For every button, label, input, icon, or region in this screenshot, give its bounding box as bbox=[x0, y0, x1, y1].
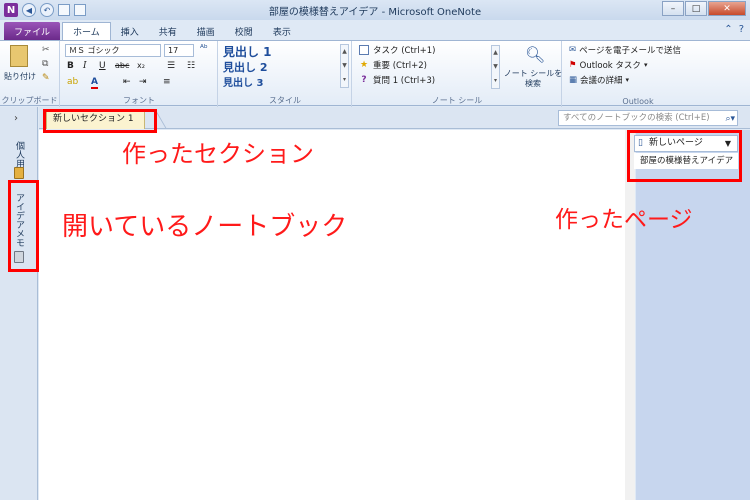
bold-icon[interactable]: B bbox=[67, 61, 74, 71]
full-page-view-icon[interactable] bbox=[74, 4, 86, 16]
ribbon-collapse-icon[interactable]: ⌃ bbox=[724, 24, 732, 35]
tags-group-label: ノート シール bbox=[431, 96, 483, 105]
ribbon-tabs: ファイル ホーム 挿入 共有 描画 校閲 表示 bbox=[0, 20, 750, 40]
cut-icon[interactable]: ✂ bbox=[42, 45, 50, 55]
notebook-personal[interactable]: 個人用 bbox=[13, 141, 26, 168]
title-bar: N ◀ ↶ 部屋の模様替えアイデア - Microsoft OneNote – … bbox=[0, 0, 750, 20]
italic-icon[interactable]: I bbox=[83, 61, 87, 71]
tab-home[interactable]: ホーム bbox=[62, 22, 111, 40]
tags-group: タスク (Ctrl+1) ★ 重要 (Ctrl+2) ? 質問 1 (Ctrl+… bbox=[353, 41, 562, 107]
tab-file[interactable]: ファイル bbox=[4, 22, 61, 40]
page-canvas[interactable] bbox=[39, 130, 635, 500]
ribbon: 貼り付け ✂ ⧉ ✎ クリップボード ＭＳ ゴシック 17 ᴬᵇ B I U a… bbox=[0, 40, 750, 107]
annotation-box-notebook bbox=[8, 180, 39, 272]
style-heading-3[interactable]: 見出し 3 bbox=[223, 74, 263, 89]
subscript-icon[interactable]: x₂ bbox=[137, 61, 145, 70]
page-scrollbar[interactable] bbox=[625, 130, 635, 500]
outlook-group: ✉ ページを電子メールで送信 ⚑ Outlook タスク ▾ ▦ 会議の詳細 ▾… bbox=[563, 41, 713, 107]
font-color-icon[interactable]: A bbox=[91, 77, 98, 89]
dropdown-arrow-icon: ▾ bbox=[643, 61, 648, 69]
font-group-label: フォント bbox=[123, 96, 155, 105]
annotation-text-notebook: 開いているノートブック bbox=[62, 212, 348, 242]
numbering-icon[interactable]: ☷ bbox=[187, 61, 195, 71]
back-icon[interactable]: ◀ bbox=[22, 3, 36, 17]
styles-group: 見出し 1 見出し 2 見出し 3 ▲ ▼ ▾ スタイル bbox=[219, 41, 352, 107]
paste-button[interactable]: 貼り付け bbox=[4, 71, 36, 82]
annotation-box-page bbox=[627, 130, 742, 182]
dock-to-desktop-icon[interactable] bbox=[58, 4, 70, 16]
underline-icon[interactable]: U bbox=[99, 61, 106, 71]
help-icon[interactable]: ? bbox=[739, 24, 744, 35]
undo-icon[interactable]: ↶ bbox=[40, 3, 54, 17]
outlook-tasks-button[interactable]: ⚑ Outlook タスク ▾ bbox=[569, 59, 647, 71]
font-group: ＭＳ ゴシック 17 ᴬᵇ B I U abc x₂ ☰ ☷ ab A ⇤ ⇥ … bbox=[61, 41, 218, 107]
tab-insert[interactable]: 挿入 bbox=[111, 22, 149, 40]
ribbon-help-area: ⌃ ? bbox=[724, 24, 744, 35]
decrease-indent-icon[interactable]: ⇤ bbox=[123, 77, 131, 87]
dropdown-arrow-icon: ▾ bbox=[625, 76, 630, 84]
search-input[interactable]: すべてのノートブックの検索 (Ctrl+E) ⌕▾ bbox=[558, 110, 738, 126]
checkbox-icon bbox=[359, 45, 369, 55]
question-icon: ? bbox=[361, 75, 367, 85]
email-page-button[interactable]: ✉ ページを電子メールで送信 bbox=[569, 44, 681, 56]
close-button[interactable]: ✕ bbox=[708, 1, 746, 16]
tag-item-question[interactable]: ? 質問 1 (Ctrl+3) bbox=[359, 74, 435, 86]
tag-item-task[interactable]: タスク (Ctrl+1) bbox=[359, 44, 436, 56]
font-name-select[interactable]: ＭＳ ゴシック bbox=[65, 44, 161, 57]
flag-icon: ⚑ bbox=[569, 60, 577, 70]
align-icon[interactable]: ≡ bbox=[163, 77, 171, 87]
annotation-box-section bbox=[43, 109, 157, 133]
new-section-tab[interactable] bbox=[156, 112, 178, 129]
find-tags-icon[interactable]: 🔍︎ bbox=[525, 45, 545, 64]
page-list-pane bbox=[636, 130, 750, 500]
clear-formatting-icon[interactable]: ᴬᵇ bbox=[200, 44, 208, 54]
window-title: 部屋の模様替えアイデア - Microsoft OneNote bbox=[268, 7, 482, 18]
window-controls: – □ ✕ bbox=[661, 1, 746, 16]
font-size-select[interactable]: 17 bbox=[164, 44, 194, 57]
styles-scroll-arrows[interactable]: ▲ ▼ ▾ bbox=[340, 44, 349, 88]
bullets-icon[interactable]: ☰ bbox=[167, 61, 175, 71]
star-icon: ★ bbox=[359, 60, 369, 70]
format-painter-icon[interactable]: ✎ bbox=[42, 73, 50, 83]
strikethrough-icon[interactable]: abc bbox=[115, 61, 129, 70]
styles-group-label: スタイル bbox=[269, 96, 301, 105]
notebook-personal-icon[interactable] bbox=[14, 167, 24, 179]
notebook-pane: › 個人用 アイデアメモ bbox=[0, 107, 38, 500]
minimize-button[interactable]: – bbox=[662, 1, 684, 16]
copy-icon[interactable]: ⧉ bbox=[42, 59, 48, 69]
expand-notebook-pane-icon[interactable]: › bbox=[14, 113, 18, 124]
paste-icon[interactable] bbox=[10, 45, 28, 67]
tag-item-important[interactable]: ★ 重要 (Ctrl+2) bbox=[359, 59, 427, 71]
style-heading-2[interactable]: 見出し 2 bbox=[223, 59, 267, 75]
highlight-icon[interactable]: ab bbox=[67, 77, 78, 87]
tab-share[interactable]: 共有 bbox=[149, 22, 187, 40]
tab-review[interactable]: 校閲 bbox=[225, 22, 263, 40]
email-icon: ✉ bbox=[569, 45, 577, 55]
clipboard-group: 貼り付け ✂ ⧉ ✎ クリップボード bbox=[0, 41, 60, 107]
outlook-group-label: Outlook bbox=[622, 97, 654, 106]
annotation-text-page: 作ったページ bbox=[555, 207, 693, 233]
clipboard-group-label: クリップボード bbox=[1, 96, 58, 105]
find-tags-button[interactable]: ノート シールを 検索 bbox=[503, 69, 563, 89]
onenote-app-icon[interactable]: N bbox=[4, 3, 18, 17]
maximize-button[interactable]: □ bbox=[685, 1, 707, 16]
meeting-icon: ▦ bbox=[569, 75, 578, 85]
tags-scroll-arrows[interactable]: ▲ ▼ ▾ bbox=[491, 45, 500, 89]
search-icon[interactable]: ⌕▾ bbox=[725, 112, 735, 126]
annotation-text-section: 作ったセクション bbox=[122, 140, 314, 168]
meeting-details-button[interactable]: ▦ 会議の詳細 ▾ bbox=[569, 74, 629, 86]
increase-indent-icon[interactable]: ⇥ bbox=[139, 77, 147, 87]
tab-view[interactable]: 表示 bbox=[263, 22, 301, 40]
style-heading-1[interactable]: 見出し 1 bbox=[223, 43, 272, 60]
tab-draw[interactable]: 描画 bbox=[187, 22, 225, 40]
